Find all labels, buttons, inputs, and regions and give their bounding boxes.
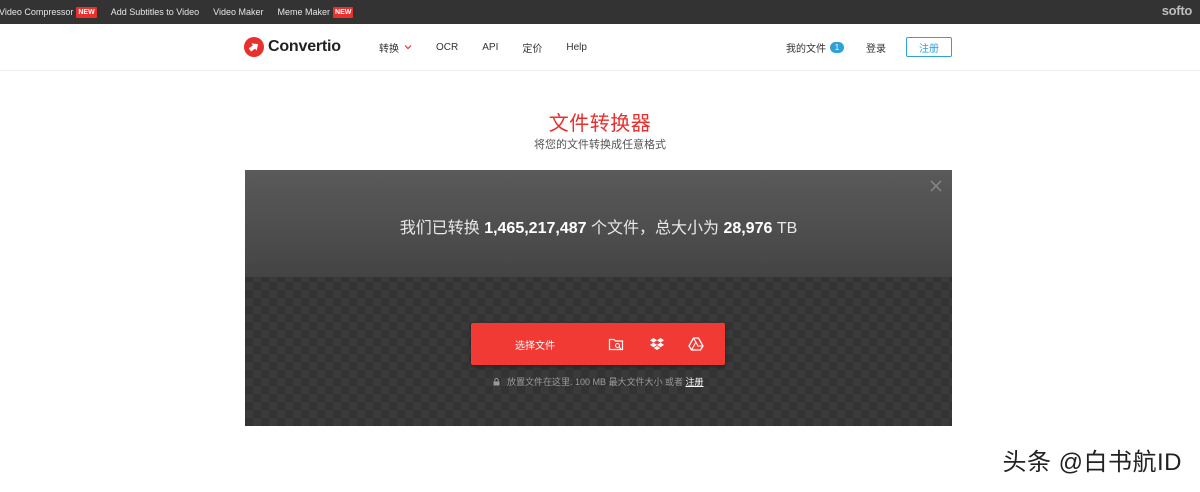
stats-unit: TB — [776, 220, 798, 237]
new-badge: NEW — [333, 6, 354, 18]
new-badge: NEW — [76, 6, 97, 18]
promo-link-label: Add Subtitles to Video — [110, 7, 200, 17]
chevron-down-icon — [404, 45, 412, 50]
promo-link-meme-maker[interactable]: Meme Maker NEW — [277, 6, 354, 18]
nav-api[interactable]: API — [482, 42, 498, 53]
google-drive-icon[interactable] — [688, 336, 704, 352]
promo-link-label: Meme Maker — [277, 7, 331, 17]
my-files-count-badge: 1 — [830, 41, 844, 53]
promo-link-video-maker[interactable]: Video Maker — [213, 7, 263, 17]
nav-pricing[interactable]: 定价 — [522, 40, 542, 55]
nav-ocr[interactable]: OCR — [436, 42, 458, 53]
upload-hint-text: 放置文件在这里. 100 MB 最大文件大小 或者 — [506, 377, 683, 387]
logo-text: Convertio — [268, 38, 341, 55]
register-button[interactable]: 注册 — [906, 37, 952, 57]
stats-total-size: 28,976 — [723, 220, 773, 237]
lock-icon — [493, 378, 500, 386]
promo-topbar: Video Compressor NEW Add Subtitles to Vi… — [0, 0, 1200, 24]
stats-prefix: 我们已转换 — [399, 220, 480, 237]
choose-files-label: 选择文件 — [515, 341, 555, 352]
stats-text: 我们已转换 1,465,217,487 个文件，总大小为 28,976 TB — [245, 214, 952, 238]
nav-convert[interactable]: 转换 — [379, 40, 412, 55]
page-subtitle: 将您的文件转换成任意格式 — [534, 139, 666, 151]
stats-middle: 个文件，总大小为 — [590, 220, 719, 237]
promo-links: Video Compressor NEW Add Subtitles to Vi… — [0, 0, 367, 24]
upload-dropzone[interactable]: 我们已转换 1,465,217,487 个文件，总大小为 28,976 TB 选… — [245, 170, 952, 426]
login-link[interactable]: 登录 — [866, 40, 886, 55]
close-icon[interactable] — [930, 180, 942, 192]
account-nav: 我的文件 1 登录 注册 — [786, 24, 952, 70]
upload-hint: 放置文件在这里. 100 MB 最大文件大小 或者 注册 — [245, 375, 952, 388]
folder-search-icon[interactable] — [608, 336, 624, 352]
convertio-logo[interactable]: Convertio — [244, 37, 341, 57]
promo-link-label: Video Compressor — [0, 7, 74, 17]
upload-hint-register-link[interactable]: 注册 — [686, 377, 704, 387]
promo-link-video-compressor[interactable]: Video Compressor NEW — [0, 6, 97, 18]
dropbox-icon[interactable] — [649, 336, 665, 352]
my-files-label: 我的文件 — [786, 43, 826, 55]
convertio-logo-icon — [244, 37, 264, 57]
nav-label: 转换 — [379, 43, 399, 55]
stats-banner: 我们已转换 1,465,217,487 个文件，总大小为 28,976 TB — [245, 170, 952, 277]
softo-brand[interactable]: softo — [1162, 3, 1193, 18]
promo-link-add-subtitles[interactable]: Add Subtitles to Video — [111, 7, 199, 17]
main-nav: 转换 OCR API 定价 Help — [379, 24, 611, 70]
choose-files-button[interactable]: 选择文件 — [471, 323, 725, 365]
stats-files-count: 1,465,217,487 — [484, 220, 587, 237]
watermark-text: 头条 @白书航ID — [1002, 449, 1182, 476]
nav-help[interactable]: Help — [566, 42, 587, 53]
site-header: Convertio 转换 OCR API 定价 Help 我的文件 1 登录 注… — [0, 24, 1200, 71]
page-title: 文件转换器 — [548, 113, 652, 135]
my-files-link[interactable]: 我的文件 1 — [786, 40, 844, 55]
promo-link-label: Video Maker — [213, 7, 264, 17]
